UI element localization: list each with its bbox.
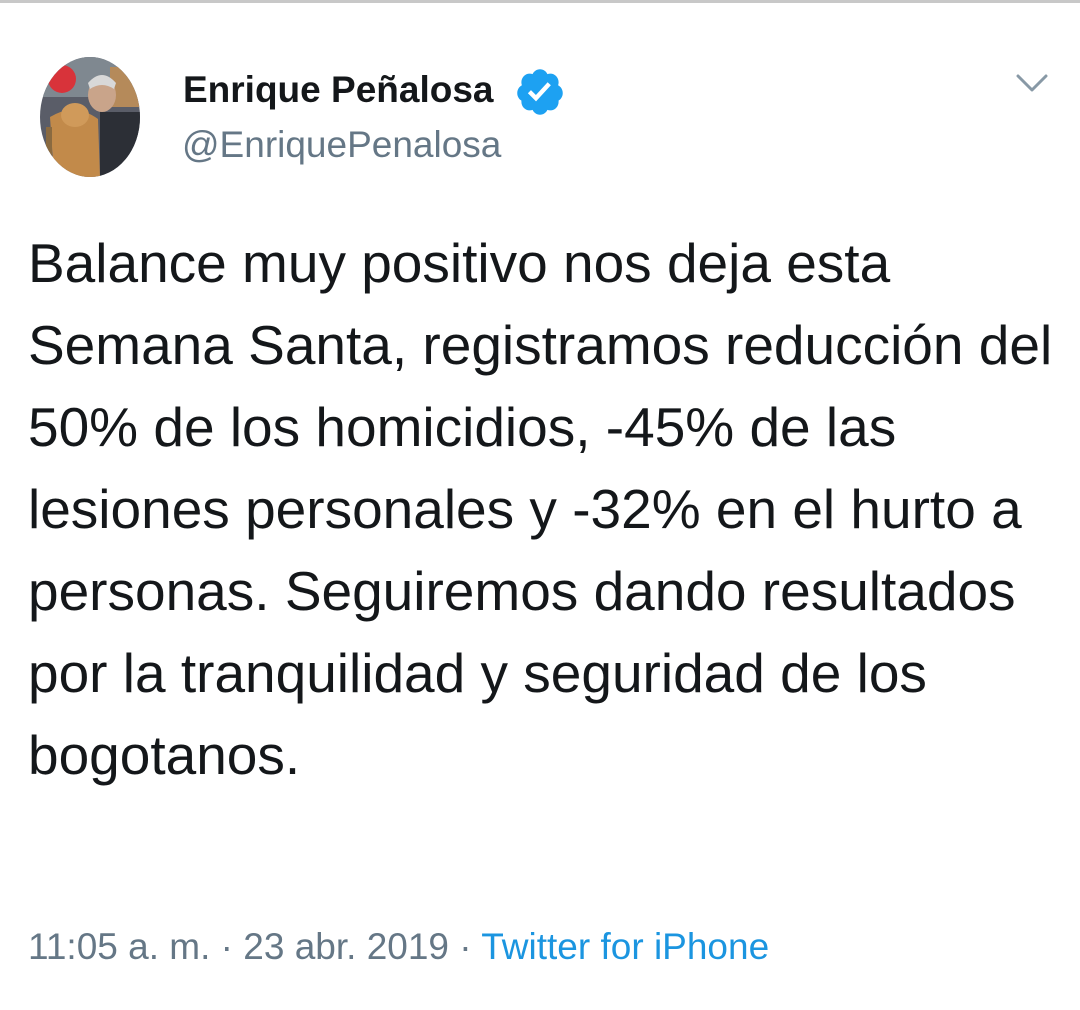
avatar-photo (40, 57, 140, 177)
display-name[interactable]: Enrique Peñalosa (183, 66, 494, 114)
tweet-text: Balance muy positivo nos deja esta Seman… (28, 232, 1053, 786)
verified-badge-icon (517, 69, 563, 115)
meta-separator: · (220, 926, 233, 967)
top-divider (0, 0, 1080, 3)
meta-separator: · (459, 926, 472, 967)
tweet-source-link[interactable]: Twitter for iPhone (481, 926, 769, 967)
tweet-time[interactable]: 11:05 a. m. (28, 926, 210, 967)
tweet-meta: 11:05 a. m. · 23 abr. 2019 · Twitter for… (28, 921, 769, 973)
avatar[interactable] (40, 57, 140, 177)
user-handle[interactable]: @EnriquePenalosa (182, 121, 501, 169)
tweet-date[interactable]: 23 abr. 2019 (243, 926, 449, 967)
chevron-down-icon[interactable] (1012, 68, 1052, 98)
